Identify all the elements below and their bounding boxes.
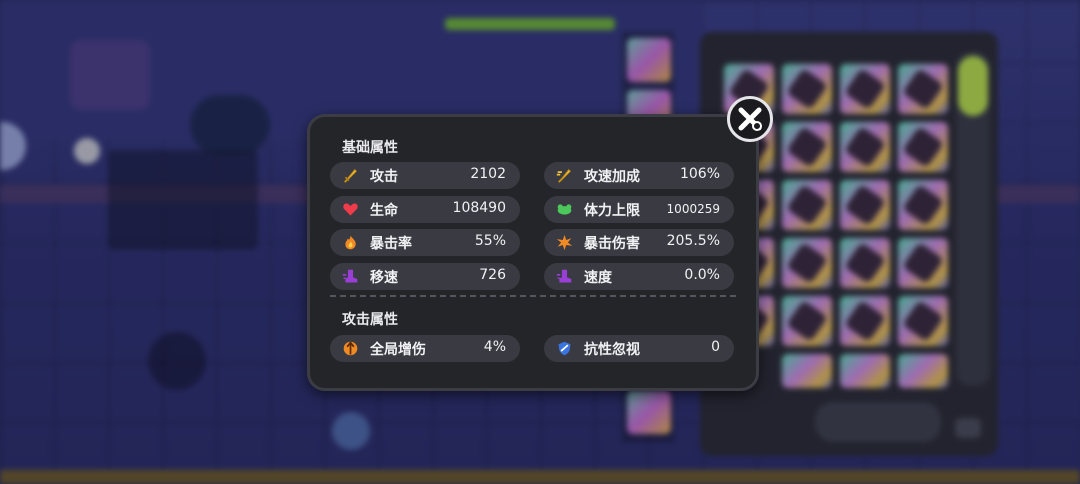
stat-row-crit-damage: 暴击伤害 205.5% bbox=[544, 229, 734, 256]
crit-damage-icon bbox=[556, 234, 573, 251]
stat-name: 暴击伤害 bbox=[584, 236, 640, 252]
stat-row-stamina: 体力上限 1000259 bbox=[544, 196, 734, 223]
stat-name: 生命 bbox=[370, 203, 398, 219]
stat-name: 全局增伤 bbox=[370, 342, 426, 358]
crit-rate-icon bbox=[345, 235, 356, 250]
stat-value: 106% bbox=[679, 166, 720, 182]
stat-value: 205.5% bbox=[666, 233, 720, 249]
sword-icon bbox=[343, 168, 358, 183]
stat-name: 暴击率 bbox=[370, 236, 412, 252]
stat-name: 速度 bbox=[584, 270, 612, 286]
boot-icon bbox=[342, 269, 358, 283]
stat-name: 移速 bbox=[370, 270, 398, 286]
heart-icon bbox=[343, 203, 358, 216]
stats-panel: 基础属性 攻击 2102 攻速加成 106% 生命 108490 体力上限 10… bbox=[307, 114, 759, 391]
stat-value: 108490 bbox=[452, 200, 506, 216]
stat-value: 4% bbox=[483, 339, 506, 355]
stat-row-resist-ignore: 抗性忽视 0 bbox=[544, 335, 734, 362]
section-divider bbox=[330, 295, 736, 297]
stat-row-move-speed: 移速 726 bbox=[330, 263, 520, 290]
stat-value: 2102 bbox=[470, 166, 506, 182]
section-title-base: 基础属性 bbox=[342, 140, 398, 156]
stat-name: 攻速加成 bbox=[584, 169, 640, 185]
stat-name: 攻击 bbox=[370, 169, 398, 185]
stat-name: 抗性忽视 bbox=[584, 342, 640, 358]
stat-row-attack: 攻击 2102 bbox=[330, 162, 520, 189]
stat-row-global-damage: 全局增伤 4% bbox=[330, 335, 520, 362]
stat-value: 55% bbox=[474, 233, 506, 249]
stat-value: 0.0% bbox=[684, 267, 720, 283]
global-damage-icon bbox=[343, 341, 358, 356]
stat-row-speed: 速度 0.0% bbox=[544, 263, 734, 290]
stat-value: 1000259 bbox=[666, 202, 720, 216]
stat-value: 0 bbox=[711, 339, 720, 355]
stat-row-attack-speed: 攻速加成 106% bbox=[544, 162, 734, 189]
close-icon bbox=[738, 107, 762, 131]
shield-ignore-icon bbox=[558, 341, 571, 356]
attack-speed-icon bbox=[556, 168, 572, 183]
stat-row-crit-rate: 暴击率 55% bbox=[330, 229, 520, 256]
stamina-icon bbox=[557, 204, 572, 215]
close-button[interactable] bbox=[727, 96, 773, 142]
stat-row-hp: 生命 108490 bbox=[330, 196, 520, 223]
section-title-attack: 攻击属性 bbox=[342, 312, 398, 328]
stat-value: 726 bbox=[479, 267, 506, 283]
stat-name: 体力上限 bbox=[584, 203, 640, 219]
speed-boot-icon bbox=[556, 269, 572, 283]
